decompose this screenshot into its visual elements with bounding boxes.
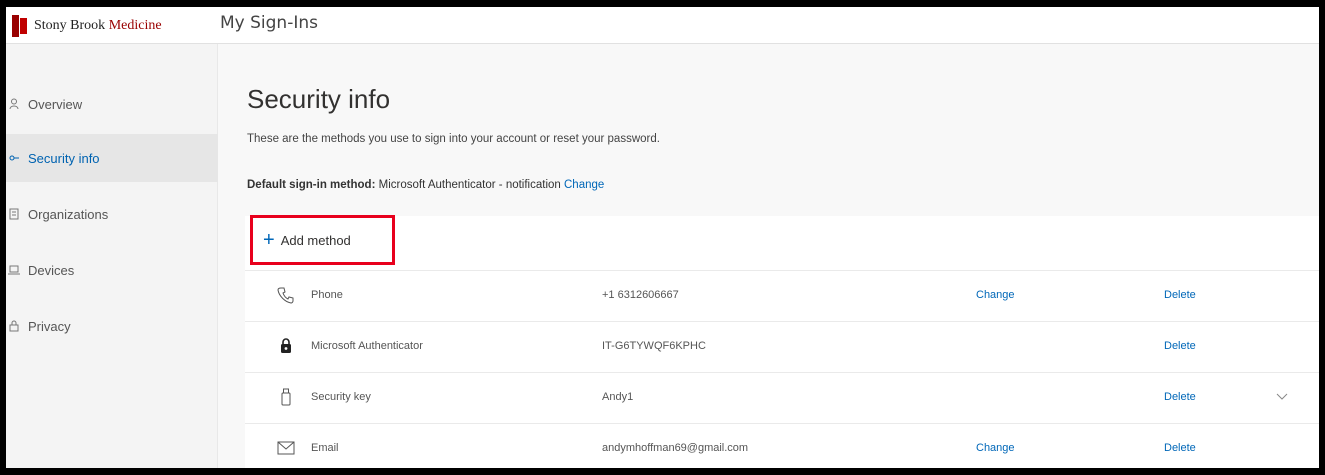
default-method-label: Default sign-in method: xyxy=(247,179,376,191)
sidebar-item-label: Overview xyxy=(28,96,83,112)
app-title: My Sign-Ins xyxy=(220,13,318,33)
person-icon xyxy=(8,98,20,110)
logo-text: Stony Brook Medicine xyxy=(34,18,162,34)
method-value: +1 6312606667 xyxy=(602,288,679,301)
method-value: andymhoffman69@gmail.com xyxy=(602,441,749,454)
method-row-security-key: Security key Andy1 Delete xyxy=(245,372,1319,420)
lock-icon xyxy=(8,320,20,332)
default-sign-in-method: Default sign-in method: Microsoft Authen… xyxy=(247,179,604,191)
delete-link[interactable]: Delete xyxy=(1164,391,1196,403)
change-link[interactable]: Change xyxy=(976,442,1015,454)
brand-logo[interactable]: Stony Brook Medicine xyxy=(6,7,186,44)
laptop-icon xyxy=(8,264,20,276)
security-key-icon xyxy=(275,386,297,408)
building-icon xyxy=(8,208,20,220)
sidebar-item-overview[interactable]: Overview xyxy=(6,80,218,128)
sidebar-item-privacy[interactable]: Privacy xyxy=(6,302,218,350)
method-value: IT-G6TYWQF6KPHC xyxy=(602,339,706,352)
phone-icon xyxy=(275,284,297,306)
key-icon xyxy=(8,152,20,164)
add-method-label: Add method xyxy=(280,232,351,248)
sidebar-item-label: Organizations xyxy=(28,206,109,222)
delete-link[interactable]: Delete xyxy=(1164,289,1196,301)
method-type: Microsoft Authenticator xyxy=(311,339,423,352)
window-frame: Stony Brook Medicine My Sign-Ins Overvie… xyxy=(6,7,1319,468)
method-value: Andy1 xyxy=(602,390,634,403)
logo-mark-icon xyxy=(12,14,28,37)
sidebar-item-security-info[interactable]: Security info xyxy=(6,134,218,182)
change-default-method-link[interactable]: Change xyxy=(564,179,604,191)
sidebar-item-label: Devices xyxy=(28,262,75,278)
default-method-value: Microsoft Authenticator - notification xyxy=(378,179,561,191)
delete-link[interactable]: Delete xyxy=(1164,442,1196,454)
authenticator-icon xyxy=(275,335,297,357)
method-type: Email xyxy=(311,441,339,454)
sidebar: Overview Security info Organizations Dev… xyxy=(6,44,218,468)
delete-link[interactable]: Delete xyxy=(1164,340,1196,352)
logo-text-part2: Medicine xyxy=(108,17,162,33)
method-type: Security key xyxy=(311,390,371,403)
method-row-phone: Phone +1 6312606667 Change Delete xyxy=(245,270,1319,318)
page-title: Security info xyxy=(247,84,391,114)
method-row-authenticator: Microsoft Authenticator IT-G6TYWQF6KPHC … xyxy=(245,321,1319,369)
sidebar-item-organizations[interactable]: Organizations xyxy=(6,190,218,238)
change-link[interactable]: Change xyxy=(976,289,1015,301)
plus-icon: + xyxy=(263,229,275,251)
method-row-email: Email andymhoffman69@gmail.com Change De… xyxy=(245,423,1319,468)
chevron-down-icon[interactable] xyxy=(1275,390,1289,404)
sidebar-item-devices[interactable]: Devices xyxy=(6,246,218,294)
logo-text-part1: Stony Brook xyxy=(34,17,106,33)
main-content: Security info These are the methods you … xyxy=(219,44,1319,468)
top-header: Stony Brook Medicine My Sign-Ins xyxy=(6,7,1319,44)
sidebar-item-label: Privacy xyxy=(28,318,71,334)
page-description: These are the methods you use to sign in… xyxy=(247,133,660,145)
add-method-button[interactable]: + Add method xyxy=(250,215,395,265)
method-type: Phone xyxy=(311,288,343,301)
sidebar-item-label: Security info xyxy=(28,150,100,166)
email-icon xyxy=(275,437,297,459)
